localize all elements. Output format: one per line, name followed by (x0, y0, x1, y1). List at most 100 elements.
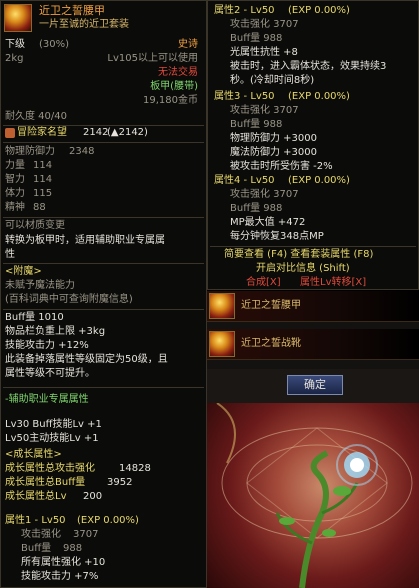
attr3-exp: (EXP 0.00%) (288, 91, 350, 102)
stat-vit-value: 115 (33, 188, 53, 199)
item-rarity: 史诗 (178, 39, 198, 50)
synthesis-hint[interactable]: 合成[X] (246, 277, 281, 289)
fixed-level-desc-1: 此装备掉落属性等级固定为50级，且 (5, 354, 168, 365)
item-level-req: Lv105以上可以使用 (107, 53, 198, 64)
attr2-header: 属性2 - Lv50 (214, 5, 275, 16)
attr4-mp-regen: 每分钟恢复348点MP (230, 231, 324, 242)
attr3-buff: Buff量 988 (230, 119, 283, 130)
stat-phys-def-value: 2348 (69, 146, 95, 157)
item-tooltip-left: 近卫之誓腰甲 一片至诚的近卫套装 下级 (30%) 史诗 2kg Lv105以上… (0, 0, 207, 588)
divider (3, 263, 204, 264)
attr1-header: 属性1 - Lv50 (5, 515, 66, 526)
attr3-dmg-taken: 被攻击时所受伤害 -2% (230, 161, 333, 172)
support-header: -辅助职业专属属性 (5, 394, 89, 405)
stat-str: 力量 (5, 160, 25, 171)
set-item-row[interactable]: 近卫之誓腰甲 (207, 291, 419, 322)
set-info-hint[interactable]: 简要查看 (F4) 查看套装属性 (F8) (224, 249, 373, 261)
attr2-buff: Buff量 988 (230, 33, 283, 44)
attr4-header: 属性4 - Lv50 (214, 175, 275, 186)
attr2-exp: (EXP 0.00%) (288, 5, 350, 16)
confirm-button[interactable]: 确定 (287, 375, 343, 395)
divider (3, 125, 204, 126)
divider (3, 309, 204, 310)
inventory-capacity: 物品栏负重上限 +3kg (5, 326, 106, 337)
attr1-attack-label: 攻击强化 (21, 529, 61, 540)
item-slot-pct: (30%) (39, 39, 70, 50)
fame-value: 2142 (83, 127, 109, 138)
attr-transfer-hint[interactable]: 属性Lv转移[X] (300, 277, 366, 289)
attr2-desc-1: 被击时，进入霸体状态，效果持续3 (230, 61, 387, 72)
item-price: 19,180金币 (143, 95, 198, 106)
material-desc-2: 性 (5, 249, 15, 260)
enchant-none: 未赋予魔法能力 (5, 280, 75, 291)
item-weight: 2kg (5, 53, 24, 64)
fixed-level-desc-2: 属性等级不可提升。 (5, 368, 95, 379)
attr3-header: 属性3 - Lv50 (214, 91, 275, 102)
set-item-name: 近卫之誓战靴 (241, 338, 301, 349)
material-change: 可以材质变更 (5, 220, 65, 231)
attr4-buff: Buff量 988 (230, 203, 283, 214)
stat-vit: 体力 (5, 188, 25, 199)
item-no-trade: 无法交易 (158, 67, 198, 78)
item-type: 板甲(腰带) (150, 81, 198, 92)
attr3-phys-def: 物理防御力 +3000 (230, 133, 318, 144)
divider (3, 217, 204, 218)
divider (3, 387, 204, 388)
growth-attack-label: 成长属性总攻击强化 (5, 463, 95, 474)
stat-int-value: 114 (33, 174, 53, 185)
item-subtitle: 一片至诚的近卫套装 (39, 19, 129, 30)
set-item-name: 近卫之誓腰甲 (241, 300, 301, 311)
growth-level-label: 成长属性总Lv (5, 491, 67, 502)
attr2-desc-2: 秒。(冷却时间8秒) (230, 75, 315, 86)
set-item-list: 近卫之誓腰甲 近卫之誓战靴 (207, 291, 419, 369)
stat-spi-value: 88 (33, 202, 46, 213)
support-attr-1: Lv30 Buff技能Lv +1 (5, 419, 102, 430)
enchant-ref: (百科词典中可查询附魔信息) (5, 294, 133, 305)
growth-header: <成长属性> (5, 449, 62, 460)
attr4-mp-max: MP最大值 +472 (230, 217, 306, 228)
stat-phys-def: 物理防御力 (5, 146, 55, 157)
attr1-buff-value: 988 (63, 543, 83, 554)
attr3-mag-def: 魔法防御力 +3000 (230, 147, 318, 158)
item-tooltip-right: 属性2 - Lv50 (EXP 0.00%) 攻击强化 3707 Buff量 9… (207, 0, 419, 290)
item-icon-waist-armor (4, 4, 32, 32)
attr1-exp: (EXP 0.00%) (77, 515, 139, 526)
growth-attack-value: 14828 (119, 463, 151, 474)
attr3-attack: 攻击强化 3707 (230, 105, 299, 116)
attr2-light-resist: 光属性抗性 +8 (230, 47, 298, 58)
stat-int: 智力 (5, 174, 25, 185)
fame-label: 冒险家名望 (17, 127, 67, 138)
growth-level-value: 200 (83, 491, 103, 502)
item-name: 近卫之誓腰甲 (39, 4, 105, 17)
support-attr-2: Lv50主动技能Lv +1 (5, 433, 99, 444)
attr1-attack-value: 3707 (73, 529, 99, 540)
attr2-attack: 攻击强化 3707 (230, 19, 299, 30)
boots-icon (209, 331, 235, 357)
attr1-all-attr: 所有属性强化 +10 (21, 557, 106, 568)
item-slot: 下级 (5, 39, 25, 50)
set-item-row[interactable]: 近卫之誓战靴 (207, 329, 419, 360)
fame-up: (▲2142) (107, 127, 148, 138)
item-durability: 耐久度 40/40 (5, 111, 67, 122)
confirm-bar: 确定 (207, 369, 419, 403)
compare-hint[interactable]: 开启对比信息 (Shift) (256, 263, 350, 275)
attr4-exp: (EXP 0.00%) (288, 175, 350, 186)
stat-str-value: 114 (33, 160, 53, 171)
attr1-skill-attack: 技能攻击力 +7% (21, 571, 99, 582)
material-desc-1: 转换为板甲时，适用辅助职业专属属 (5, 235, 165, 246)
item-preview-image (207, 403, 419, 588)
divider (3, 142, 204, 143)
attr1-buff-label: Buff量 (21, 543, 52, 554)
confirm-label: 确定 (304, 378, 326, 391)
skill-attack: 技能攻击力 +12% (5, 340, 89, 351)
magic-circle-art (216, 403, 413, 588)
buff-amount: Buff量 1010 (5, 312, 64, 323)
enchant-header: <附魔> (5, 266, 42, 277)
growth-buff-value: 3952 (107, 477, 133, 488)
growth-buff-label: 成长属性总Buff量 (5, 477, 86, 488)
waist-armor-icon (209, 293, 235, 319)
stat-spi: 精神 (5, 202, 25, 213)
fame-icon (5, 128, 15, 138)
attr4-attack: 攻击强化 3707 (230, 189, 299, 200)
divider (210, 246, 416, 247)
